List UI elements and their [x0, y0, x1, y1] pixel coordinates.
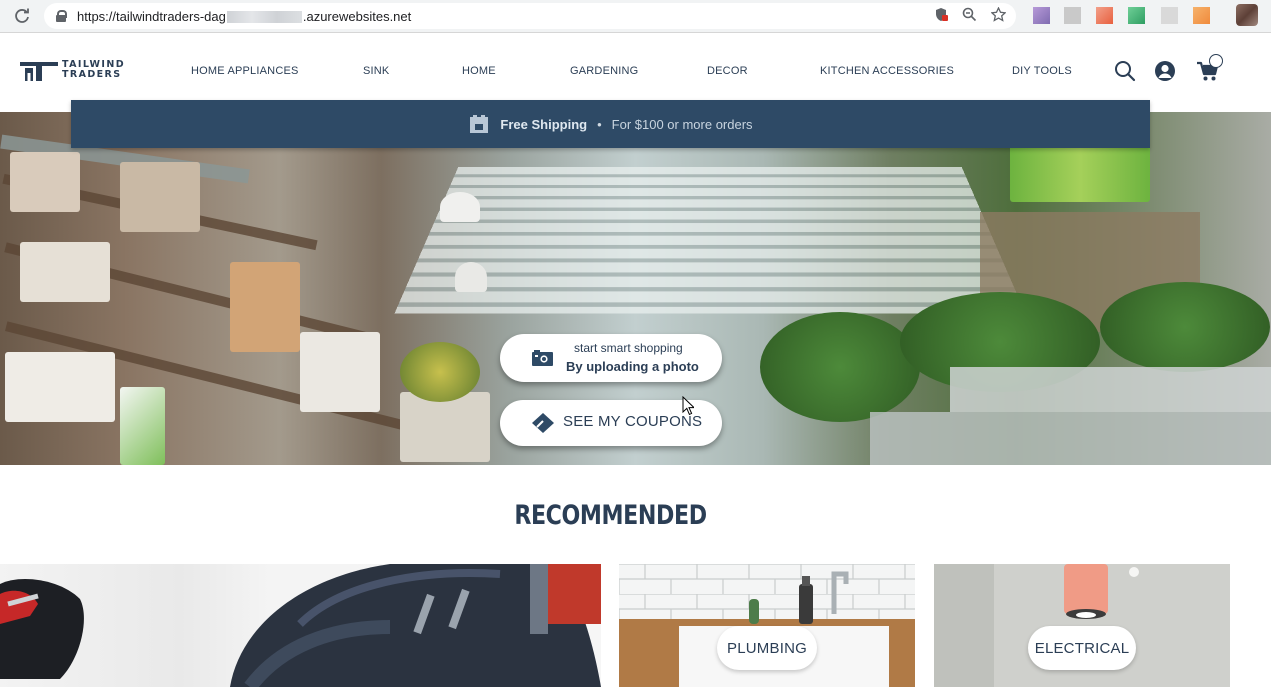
browser-toolbar: https://tailwindtraders-dag .azurewebsite…: [0, 0, 1271, 33]
extension-icon[interactable]: [1193, 7, 1210, 24]
pot: [20, 242, 110, 302]
nav-decor[interactable]: DECOR: [707, 65, 748, 77]
logo[interactable]: TAILWIND TRADERS: [20, 59, 125, 81]
plant: [1100, 282, 1270, 372]
logo-icon: [20, 62, 58, 81]
upload-caption: start smart shopping: [574, 341, 683, 355]
shipping-box-icon: [470, 115, 489, 133]
nav-kitchen-accessories[interactable]: KITCHEN ACCESSORIES: [820, 65, 954, 77]
shipping-subtitle: For $100 or more orders: [611, 116, 753, 132]
metal-table: [870, 412, 1271, 465]
pot: [300, 332, 380, 412]
brand-name-line2: TRADERS: [62, 69, 122, 80]
category-card-diy-tools[interactable]: [0, 564, 601, 687]
bookmark-star-icon[interactable]: [990, 6, 1007, 25]
pot: [120, 162, 200, 232]
recommended-heading: RECOMMENDED: [514, 500, 707, 531]
nav-home[interactable]: HOME: [462, 65, 496, 77]
url-text: https://tailwindtraders-dag .azurewebsite…: [77, 8, 412, 24]
plant: [760, 312, 920, 422]
pot: [120, 387, 165, 465]
shield-icon[interactable]: [934, 7, 948, 25]
upload-photo-button[interactable]: start smart shopping By uploading a phot…: [500, 334, 722, 382]
profile-avatar[interactable]: [1236, 4, 1258, 26]
electrical-label: ELECTRICAL: [1028, 626, 1136, 670]
hanging-lamp: [440, 192, 480, 222]
green-planters: [1010, 142, 1150, 202]
hanging-lamp: [455, 262, 487, 292]
nav-home-appliances[interactable]: HOME APPLIANCES: [191, 65, 299, 77]
category-card-electrical[interactable]: ELECTRICAL: [934, 564, 1230, 687]
extension-icon[interactable]: [1161, 7, 1178, 24]
pot: [10, 152, 80, 212]
extension-icon[interactable]: [1096, 7, 1113, 24]
coupons-label: SEE MY COUPONS: [563, 413, 703, 430]
shipping-separator: •: [597, 116, 602, 132]
camera-icon: [532, 350, 553, 366]
user-icon[interactable]: [1154, 60, 1176, 82]
plumbing-label: PLUMBING: [717, 626, 817, 670]
extension-icon[interactable]: [1128, 7, 1145, 24]
coupon-tag-icon: [532, 413, 554, 433]
address-bar[interactable]: https://tailwindtraders-dag .azurewebsite…: [44, 3, 1016, 29]
plant: [400, 342, 480, 402]
mouse-cursor-icon: [682, 396, 694, 415]
free-shipping-banner: Free Shipping • For $100 or more orders: [71, 100, 1150, 148]
greenhouse-roof: [394, 166, 1026, 314]
lock-icon: [56, 10, 67, 22]
pot: [5, 352, 115, 422]
category-card-plumbing[interactable]: PLUMBING: [619, 564, 915, 687]
pot: [230, 262, 300, 352]
drill-image: [0, 564, 601, 687]
reload-icon[interactable]: [0, 0, 44, 33]
nav-sink[interactable]: SINK: [363, 65, 389, 77]
zoom-icon[interactable]: [962, 7, 977, 25]
extension-icon[interactable]: [1064, 7, 1081, 24]
upload-label: By uploading a photo: [566, 359, 699, 374]
redacted-text: [226, 11, 302, 24]
nav-diy-tools[interactable]: DIY TOOLS: [1012, 65, 1072, 77]
metal-table: [950, 367, 1271, 412]
cart-badge: [1209, 54, 1223, 68]
search-icon[interactable]: [1114, 60, 1136, 82]
nav-gardening[interactable]: GARDENING: [570, 65, 638, 77]
pot: [400, 392, 490, 462]
extension-icon[interactable]: [1033, 7, 1050, 24]
shipping-title: Free Shipping: [500, 116, 588, 132]
